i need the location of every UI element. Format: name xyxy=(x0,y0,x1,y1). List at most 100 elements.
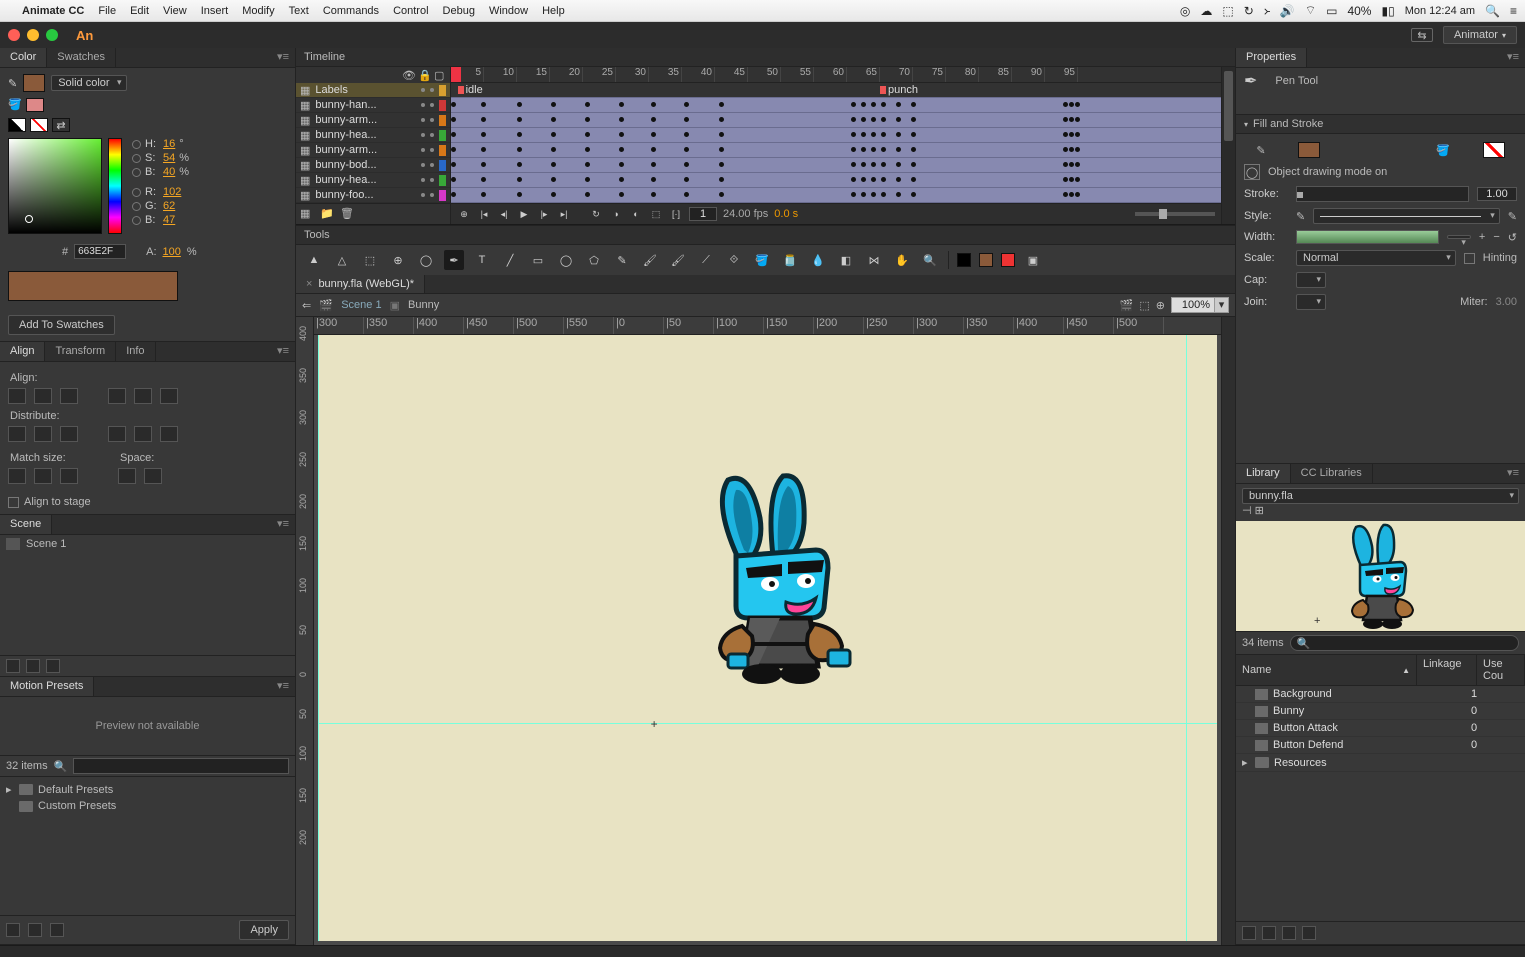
hue-slider[interactable] xyxy=(108,138,122,234)
panel-menu-icon[interactable]: ▾≡ xyxy=(1501,464,1525,483)
guide-line[interactable] xyxy=(1186,335,1187,941)
pencil-stroke-icon[interactable]: ✎ xyxy=(8,77,17,90)
marker-menu-button[interactable]: [·] xyxy=(669,207,683,221)
alpha-value[interactable]: 100 xyxy=(163,246,181,258)
keyframe[interactable] xyxy=(481,192,486,197)
keyframe[interactable] xyxy=(881,177,886,182)
keyframe[interactable] xyxy=(651,162,656,167)
keyframe[interactable] xyxy=(1063,102,1068,107)
timeline-tick[interactable]: 15 xyxy=(517,67,550,82)
radio-h[interactable] xyxy=(132,140,141,149)
play-button[interactable]: ▶ xyxy=(517,207,531,221)
tab-transform[interactable]: Transform xyxy=(45,342,116,361)
layer-row[interactable]: ▦ bunny-hea... xyxy=(296,173,450,188)
new-layer-button[interactable]: ▦ xyxy=(300,207,314,221)
keyframe[interactable] xyxy=(871,177,876,182)
keyframe[interactable] xyxy=(896,162,901,167)
align-hcenter-icon[interactable] xyxy=(34,388,52,404)
fps-display[interactable]: 24.00 fps xyxy=(723,208,768,220)
close-window-button[interactable] xyxy=(8,29,20,41)
timeline-track[interactable] xyxy=(451,128,1221,143)
fill-type-select[interactable]: Solid color xyxy=(51,75,126,91)
keyframe[interactable] xyxy=(719,132,724,137)
timeline-tick[interactable]: 85 xyxy=(979,67,1012,82)
tab-library[interactable]: Library xyxy=(1236,464,1291,483)
wifi-icon[interactable]: ⌔ xyxy=(1305,3,1316,18)
radio-r[interactable] xyxy=(132,188,141,197)
keyframe[interactable] xyxy=(719,102,724,107)
keyframe[interactable] xyxy=(684,162,689,167)
timeline-track[interactable] xyxy=(451,158,1221,173)
timeline-tick[interactable]: 55 xyxy=(781,67,814,82)
menu-text[interactable]: Text xyxy=(289,5,309,17)
cap-select[interactable] xyxy=(1296,272,1326,288)
tab-info[interactable]: Info xyxy=(116,342,155,361)
space-vert-icon[interactable] xyxy=(118,468,136,484)
pencil-stroke-icon[interactable]: ✎ xyxy=(1256,144,1265,157)
timeline-tick[interactable]: 30 xyxy=(616,67,649,82)
display-icon[interactable]: ▭ xyxy=(1326,4,1337,18)
stroke-color-swatch[interactable] xyxy=(957,253,971,267)
keyframe[interactable] xyxy=(451,177,456,182)
keyframe[interactable] xyxy=(481,147,486,152)
width-tool-icon[interactable]: ⋈ xyxy=(864,250,884,270)
keyframe[interactable] xyxy=(451,162,456,167)
timeline-scrollbar[interactable] xyxy=(1221,67,1235,224)
keyframe[interactable] xyxy=(619,177,624,182)
library-item-row[interactable]: ▸Resources xyxy=(1236,754,1525,772)
dist-bottom-icon[interactable] xyxy=(60,426,78,442)
keyframe[interactable] xyxy=(1075,132,1080,137)
bunny-symbol[interactable] xyxy=(678,468,878,688)
paint-bucket-tool-icon[interactable]: 🪣 xyxy=(752,250,772,270)
timeline-tick[interactable]: 80 xyxy=(946,67,979,82)
keyframe[interactable] xyxy=(896,132,901,137)
hand-tool-icon[interactable]: ✋ xyxy=(892,250,912,270)
menu-edit[interactable]: Edit xyxy=(130,5,149,17)
scene-crumb[interactable]: Scene 1 xyxy=(341,299,381,311)
timeline-tick[interactable]: 60 xyxy=(814,67,847,82)
bluetooth-icon[interactable]: ᚛ xyxy=(1264,4,1270,18)
keyframe[interactable] xyxy=(851,147,856,152)
keyframe[interactable] xyxy=(851,117,856,122)
miter-value[interactable]: 3.00 xyxy=(1496,296,1517,308)
tab-properties[interactable]: Properties xyxy=(1236,48,1307,67)
keyframe[interactable] xyxy=(871,132,876,137)
keyframe[interactable] xyxy=(1069,177,1074,182)
keyframe[interactable] xyxy=(651,177,656,182)
timeline-tick[interactable]: 50 xyxy=(748,67,781,82)
keyframe[interactable] xyxy=(451,147,456,152)
keyframe[interactable] xyxy=(881,132,886,137)
line-tool-icon[interactable]: ╱ xyxy=(500,250,520,270)
keyframe[interactable] xyxy=(719,192,724,197)
keyframe[interactable] xyxy=(651,132,656,137)
layer-color-swatch[interactable] xyxy=(439,145,446,156)
outline-column-icon[interactable]: ▢ xyxy=(434,69,446,81)
playhead[interactable] xyxy=(451,67,461,82)
delete-layer-button[interactable]: 🗑 xyxy=(340,207,354,221)
delete-scene-button[interactable] xyxy=(46,659,60,673)
keyframe[interactable] xyxy=(619,102,624,107)
stroke-style-edit-icon[interactable]: ✎ xyxy=(1296,210,1305,223)
keyframe[interactable] xyxy=(481,132,486,137)
keyframe[interactable] xyxy=(719,177,724,182)
tab-swatches[interactable]: Swatches xyxy=(47,48,116,67)
keyframe[interactable] xyxy=(451,117,456,122)
keyframe[interactable] xyxy=(911,117,916,122)
keyframe[interactable] xyxy=(1069,117,1074,122)
radio-b[interactable] xyxy=(132,168,141,177)
match-both-icon[interactable] xyxy=(60,468,78,484)
free-transform-tool-icon[interactable]: ⬚ xyxy=(360,250,380,270)
menu-insert[interactable]: Insert xyxy=(201,5,229,17)
text-tool-icon[interactable]: T xyxy=(472,250,492,270)
battery-icon[interactable]: ▮▯ xyxy=(1381,4,1394,18)
brush-tool-icon[interactable]: 🖌 xyxy=(640,250,660,270)
tab-motion-presets[interactable]: Motion Presets xyxy=(0,677,94,696)
keyframe[interactable] xyxy=(517,162,522,167)
keyframe[interactable] xyxy=(1075,147,1080,152)
align-right-icon[interactable] xyxy=(60,388,78,404)
keyframe[interactable] xyxy=(517,117,522,122)
minimize-window-button[interactable] xyxy=(27,29,39,41)
keyframe[interactable] xyxy=(911,162,916,167)
keyframe[interactable] xyxy=(851,102,856,107)
timeline-track[interactable]: idlepunch xyxy=(451,83,1221,98)
